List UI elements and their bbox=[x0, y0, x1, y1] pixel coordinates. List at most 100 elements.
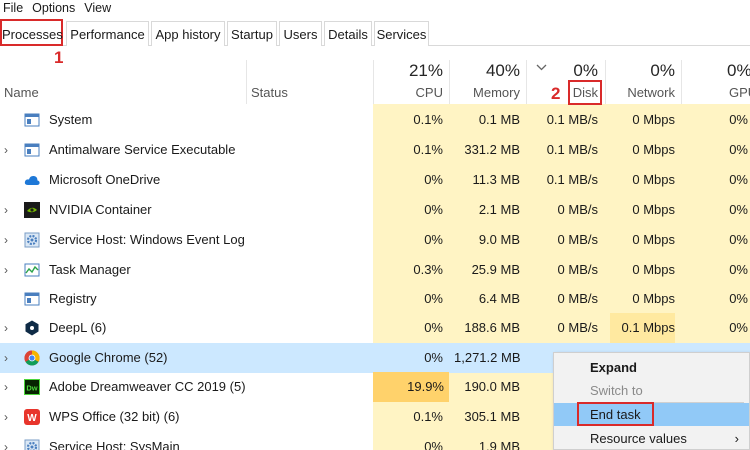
window-icon bbox=[24, 113, 40, 127]
disk-header-highlight bbox=[568, 80, 602, 105]
gpu-value: 0% bbox=[729, 172, 748, 187]
menu-options[interactable]: Options bbox=[29, 0, 81, 16]
column-header-network[interactable]: Network bbox=[612, 85, 675, 100]
process-row[interactable]: › Service Host: Windows Event Log 0% 9.0… bbox=[0, 225, 750, 255]
disk-value: 0.1 MB/s bbox=[546, 112, 598, 127]
cpu-value: 0% bbox=[424, 232, 443, 247]
cpu-value: 0% bbox=[424, 172, 443, 187]
cpu-value: 0.1% bbox=[413, 142, 443, 157]
network-value: 0 Mbps bbox=[632, 232, 675, 247]
expand-chevron-icon[interactable]: › bbox=[4, 402, 16, 432]
chart-icon bbox=[24, 263, 40, 277]
network-value: 0 Mbps bbox=[632, 112, 675, 127]
tab-app-history[interactable]: App history bbox=[151, 21, 225, 46]
expand-chevron-icon[interactable]: › bbox=[4, 313, 16, 343]
process-row[interactable]: › DeepL (6) 0% 188.6 MB 0 MB/s 0.1 Mbps … bbox=[0, 313, 750, 343]
column-divider[interactable] bbox=[605, 60, 606, 104]
expand-chevron-icon[interactable]: › bbox=[4, 343, 16, 373]
gpu-value: 0% bbox=[729, 291, 748, 306]
gpu-value: 0% bbox=[729, 320, 748, 335]
process-name: Service Host: SysMain bbox=[49, 439, 180, 450]
process-name: Adobe Dreamweaver CC 2019 (5) bbox=[49, 379, 246, 394]
memory-value: 2.1 MB bbox=[478, 202, 520, 217]
tab-startup[interactable]: Startup bbox=[227, 21, 277, 46]
process-row[interactable]: › NVIDIA Container 0% 2.1 MB 0 MB/s 0 Mb… bbox=[0, 195, 750, 225]
expand-chevron-icon[interactable]: › bbox=[4, 135, 16, 165]
column-header-cpu[interactable]: CPU bbox=[380, 85, 443, 100]
tab-performance[interactable]: Performance bbox=[66, 21, 149, 46]
tab-processes[interactable]: Processes bbox=[0, 19, 63, 46]
expand-chevron-icon[interactable]: › bbox=[4, 372, 16, 402]
column-divider[interactable] bbox=[246, 60, 247, 104]
memory-value: 6.4 MB bbox=[478, 291, 520, 306]
end-task-highlight bbox=[577, 402, 654, 426]
column-header-status[interactable]: Status bbox=[251, 85, 288, 100]
cpu-value: 0% bbox=[424, 350, 443, 365]
process-name: Antimalware Service Executable bbox=[49, 142, 236, 157]
cloud-icon bbox=[24, 175, 40, 185]
disk-value: 0.1 MB/s bbox=[546, 142, 598, 157]
process-row[interactable]: Microsoft OneDrive 0% 11.3 MB 0.1 MB/s 0… bbox=[0, 165, 750, 195]
expand-chevron-icon[interactable]: › bbox=[4, 195, 16, 225]
process-row[interactable]: Registry 0% 6.4 MB 0 MB/s 0 Mbps 0% bbox=[0, 284, 750, 314]
context-menu-resource-values[interactable]: Resource values › bbox=[554, 427, 749, 450]
dreamweaver-icon: Dw bbox=[24, 379, 40, 395]
tab-users[interactable]: Users bbox=[279, 21, 322, 46]
column-divider[interactable] bbox=[449, 60, 450, 104]
menu-file[interactable]: File bbox=[0, 0, 29, 16]
network-value: 0.1 Mbps bbox=[610, 313, 675, 343]
gear-icon bbox=[24, 439, 40, 450]
tab-services[interactable]: Services bbox=[374, 21, 429, 46]
memory-value: 331.2 MB bbox=[464, 142, 520, 157]
network-value: 0 Mbps bbox=[632, 291, 675, 306]
process-row[interactable]: System 0.1% 0.1 MB 0.1 MB/s 0 Mbps 0% bbox=[0, 105, 750, 135]
network-total-percent: 0% bbox=[650, 61, 675, 80]
disk-value: 0 MB/s bbox=[557, 232, 598, 247]
memory-total-percent: 40% bbox=[485, 61, 520, 80]
wps-icon: W bbox=[24, 409, 40, 425]
cpu-value: 0% bbox=[424, 291, 443, 306]
expand-chevron-icon[interactable]: › bbox=[4, 255, 16, 285]
gpu-value: 0% bbox=[729, 142, 748, 157]
memory-value: 1,271.2 MB bbox=[454, 350, 521, 365]
gpu-value: 0% bbox=[729, 202, 748, 217]
process-name: Service Host: Windows Event Log bbox=[49, 232, 245, 247]
tab-bar: Processes Performance App history Startu… bbox=[0, 19, 750, 46]
cpu-value: 0.1% bbox=[413, 112, 443, 127]
process-name: Registry bbox=[49, 291, 97, 306]
network-value: 0 Mbps bbox=[632, 142, 675, 157]
gpu-total-percent: 0% bbox=[727, 61, 750, 80]
cpu-value: 0.1% bbox=[413, 409, 443, 424]
column-divider[interactable] bbox=[373, 60, 374, 104]
gear-icon bbox=[24, 232, 40, 248]
process-name: DeepL (6) bbox=[49, 320, 107, 335]
cpu-value: 0% bbox=[424, 202, 443, 217]
column-header-memory[interactable]: Memory bbox=[456, 85, 520, 100]
process-row[interactable]: › Antimalware Service Executable 0.1% 33… bbox=[0, 135, 750, 165]
disk-value: 0 MB/s bbox=[557, 320, 598, 335]
submenu-arrow-icon: › bbox=[734, 431, 739, 446]
column-header-gpu[interactable]: GPU bbox=[729, 85, 750, 100]
context-menu: Expand Switch to End task Resource value… bbox=[553, 352, 750, 450]
cpu-value: 0% bbox=[424, 439, 443, 450]
memory-value: 188.6 MB bbox=[464, 320, 520, 335]
disk-value: 0.1 MB/s bbox=[546, 172, 598, 187]
network-value: 0 Mbps bbox=[632, 172, 675, 187]
network-value: 0 Mbps bbox=[632, 202, 675, 217]
column-divider[interactable] bbox=[526, 60, 527, 104]
column-header-name[interactable]: Name bbox=[4, 85, 39, 100]
memory-value: 9.0 MB bbox=[478, 232, 520, 247]
process-name: NVIDIA Container bbox=[49, 202, 152, 217]
process-row[interactable]: › Task Manager 0.3% 25.9 MB 0 MB/s 0 Mbp… bbox=[0, 255, 750, 285]
tab-details[interactable]: Details bbox=[324, 21, 372, 46]
network-value: 0 Mbps bbox=[632, 262, 675, 277]
annotation-step-1: 1 bbox=[54, 48, 64, 67]
expand-chevron-icon[interactable]: › bbox=[4, 225, 16, 255]
window-icon bbox=[24, 292, 40, 306]
memory-value: 190.0 MB bbox=[464, 379, 520, 394]
context-menu-expand[interactable]: Expand bbox=[554, 356, 749, 379]
expand-chevron-icon[interactable]: › bbox=[4, 432, 16, 450]
column-divider[interactable] bbox=[681, 60, 682, 104]
menu-view[interactable]: View bbox=[81, 0, 117, 16]
cpu-value: 19.9% bbox=[373, 372, 449, 402]
